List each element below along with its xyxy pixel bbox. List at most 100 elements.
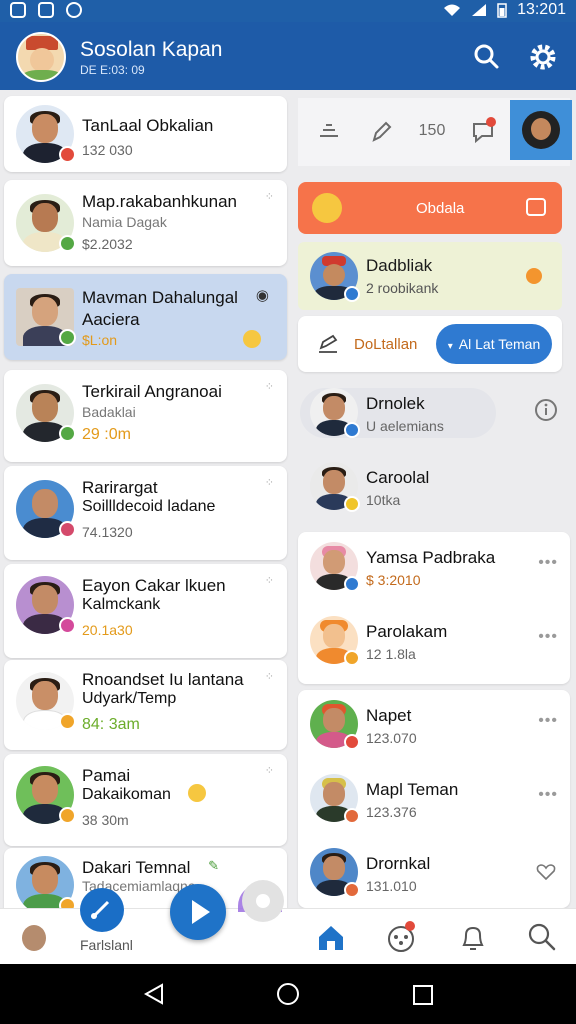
add-friend-button[interactable]: ▾ Al Lat Teman <box>436 324 552 364</box>
contact-name: Mapl Teman <box>366 780 459 799</box>
drag-handle-icon[interactable]: ⁘ <box>265 670 274 683</box>
contact-name: Mavman Dahalungal <box>82 288 238 307</box>
contact-meta: 74.1320 <box>82 524 133 540</box>
app-title: Sosolan Kapan <box>80 38 223 61</box>
heart-icon[interactable] <box>536 864 556 880</box>
list-item[interactable]: Terkirail Angranoai Badaklai 29 :0m ⁘ <box>4 370 287 462</box>
signal-icon <box>472 4 487 16</box>
emoji-icon <box>243 330 261 348</box>
contact-meta: 29 :0m <box>82 426 131 443</box>
list-item[interactable]: Drnolek U aelemians <box>298 380 570 454</box>
list-item[interactable]: Rarirargat Soillldecoid ladane 74.1320 ⁘ <box>4 466 287 560</box>
drag-handle-icon[interactable]: ⁘ <box>265 476 274 489</box>
more-icon[interactable]: ••• <box>538 712 558 730</box>
profile-tab[interactable] <box>510 100 572 160</box>
camera-icon <box>38 2 54 18</box>
contact-name: Parolakam <box>366 622 448 641</box>
drag-handle-icon[interactable]: ⁘ <box>265 380 274 393</box>
status-bar: 13:201 <box>0 0 576 22</box>
notification-icon <box>10 2 26 18</box>
clock: 13:201 <box>517 1 566 18</box>
list-item[interactable]: Pamai Dakaikoman 38 30m ⁘ <box>4 754 287 846</box>
list-item[interactable]: Mapl Teman 123.376 ••• <box>298 766 570 840</box>
leaf-icon: ✎ <box>208 858 219 873</box>
search-icon[interactable] <box>470 40 504 74</box>
app-bar: Sosolan Kapan DE E:03: 09 <box>0 22 576 90</box>
contact-subtitle: 131.010 <box>366 878 417 894</box>
contact-subtitle: 123.070 <box>366 730 417 746</box>
contact-meta: 20.1a30 <box>82 622 133 638</box>
contact-name: Yamsa Padbraka <box>366 548 496 567</box>
list-item[interactable]: Map.rakabanhkunan Namia Dagak $2.2032 ⁘ <box>4 180 287 266</box>
contact-name: Terkirail Angranoai <box>82 382 222 401</box>
contact-subtitle: Aaciera <box>82 310 140 329</box>
sync-icon <box>66 2 82 18</box>
play-button[interactable] <box>170 884 226 940</box>
pen-icon[interactable] <box>366 116 396 146</box>
info-icon[interactable] <box>534 398 558 422</box>
record-button[interactable] <box>242 880 284 922</box>
chat-icon[interactable] <box>468 116 498 146</box>
contact-meta: 84: 3am <box>82 716 140 733</box>
drag-handle-icon[interactable]: ⁘ <box>265 574 274 587</box>
drag-handle-icon[interactable]: ⁘ <box>265 190 274 203</box>
contact-name: Caroolal <box>366 468 430 487</box>
contact-subtitle: $ 3:2010 <box>366 572 421 588</box>
edit-icon[interactable] <box>316 332 340 356</box>
bell-icon[interactable] <box>458 923 488 953</box>
orange-banner[interactable]: Obdala <box>298 182 562 234</box>
contact-name: Rarirargat <box>82 478 158 497</box>
list-item[interactable]: TanLaal Obkalian 132 030 <box>4 96 287 172</box>
contact-meta: 38 30m <box>82 812 129 828</box>
list-item[interactable]: Yamsa Padbraka $ 3:2010 ••• <box>298 534 570 608</box>
list-item[interactable]: Mavman Dahalungal Aaciera $L:on ◉ <box>4 274 287 360</box>
contact-subtitle: Udyark/Temp <box>82 690 177 707</box>
more-icon[interactable]: ••• <box>538 628 558 646</box>
mask-icon: ◉ <box>255 287 269 304</box>
home-icon[interactable] <box>316 923 346 953</box>
pen-fab[interactable] <box>80 888 124 932</box>
list-item[interactable]: Caroolal 10tka <box>298 454 570 528</box>
pen-icon <box>90 900 110 920</box>
contact-name: Drornkal <box>366 854 431 873</box>
contact-name: Napet <box>366 706 412 725</box>
chat-list: TanLaal Obkalian 132 030 Map.rakabanhkun… <box>0 90 292 908</box>
home-circle-icon[interactable] <box>276 982 300 1006</box>
avatar[interactable] <box>22 925 46 951</box>
profile-avatar[interactable] <box>16 32 66 82</box>
battery-icon <box>497 3 507 18</box>
back-icon[interactable] <box>142 982 166 1006</box>
list-item[interactable]: Drornkal 131.010 <box>298 840 570 908</box>
contact-subtitle: Dakaikoman <box>82 786 171 803</box>
contact-subtitle: Soillldecoid ladane <box>82 498 216 515</box>
more-icon[interactable]: ••• <box>538 786 558 804</box>
recent-apps-icon[interactable] <box>412 984 434 1006</box>
contact-group: Napet 123.070 ••• Mapl Teman 123.376 •••… <box>298 690 570 908</box>
contact-subtitle: 123.376 <box>366 804 417 820</box>
contact-subtitle: U aelemians <box>366 418 444 434</box>
list-item[interactable]: Napet 123.070 ••• <box>298 692 570 766</box>
drag-handle-icon[interactable]: ⁘ <box>265 764 274 777</box>
list-item[interactable]: Rnoandset Iu lantana Udyark/Temp 84: 3am… <box>4 660 287 750</box>
avatar <box>522 111 560 149</box>
highlight-name: Dadbliak <box>366 256 433 275</box>
banner-label: Obdala <box>416 200 465 217</box>
sort-icon[interactable] <box>314 116 344 146</box>
app-screen: 13:201 Sosolan Kapan DE E:03: 09 TanLaal… <box>0 0 576 1024</box>
message-icon[interactable] <box>526 198 546 216</box>
app-subtitle: DE E:03: 09 <box>80 63 145 77</box>
community-icon[interactable] <box>386 921 416 953</box>
contact-meta: $L:on <box>82 332 118 348</box>
contact-name: Rnoandset Iu lantana <box>82 670 244 689</box>
nav-label: Farlslanl <box>80 937 133 953</box>
detail-panel: 150 Obdala Dadbliak 2 roobikank DoLtalla… <box>292 90 576 908</box>
list-item[interactable]: Parolakam 12 1.8la ••• <box>298 608 570 682</box>
more-icon[interactable]: ••• <box>538 554 558 572</box>
list-item[interactable]: Eayon Cakar lkuen Kalmckank 20.1a30 ⁘ <box>4 564 287 658</box>
contact-subtitle: 12 1.8la <box>366 646 416 662</box>
gear-icon[interactable] <box>526 40 560 74</box>
contact-name: Pamai <box>82 766 131 785</box>
search-icon[interactable] <box>526 921 558 953</box>
emoji-icon <box>188 784 206 802</box>
highlight-card[interactable]: Dadbliak 2 roobikank <box>298 242 562 310</box>
